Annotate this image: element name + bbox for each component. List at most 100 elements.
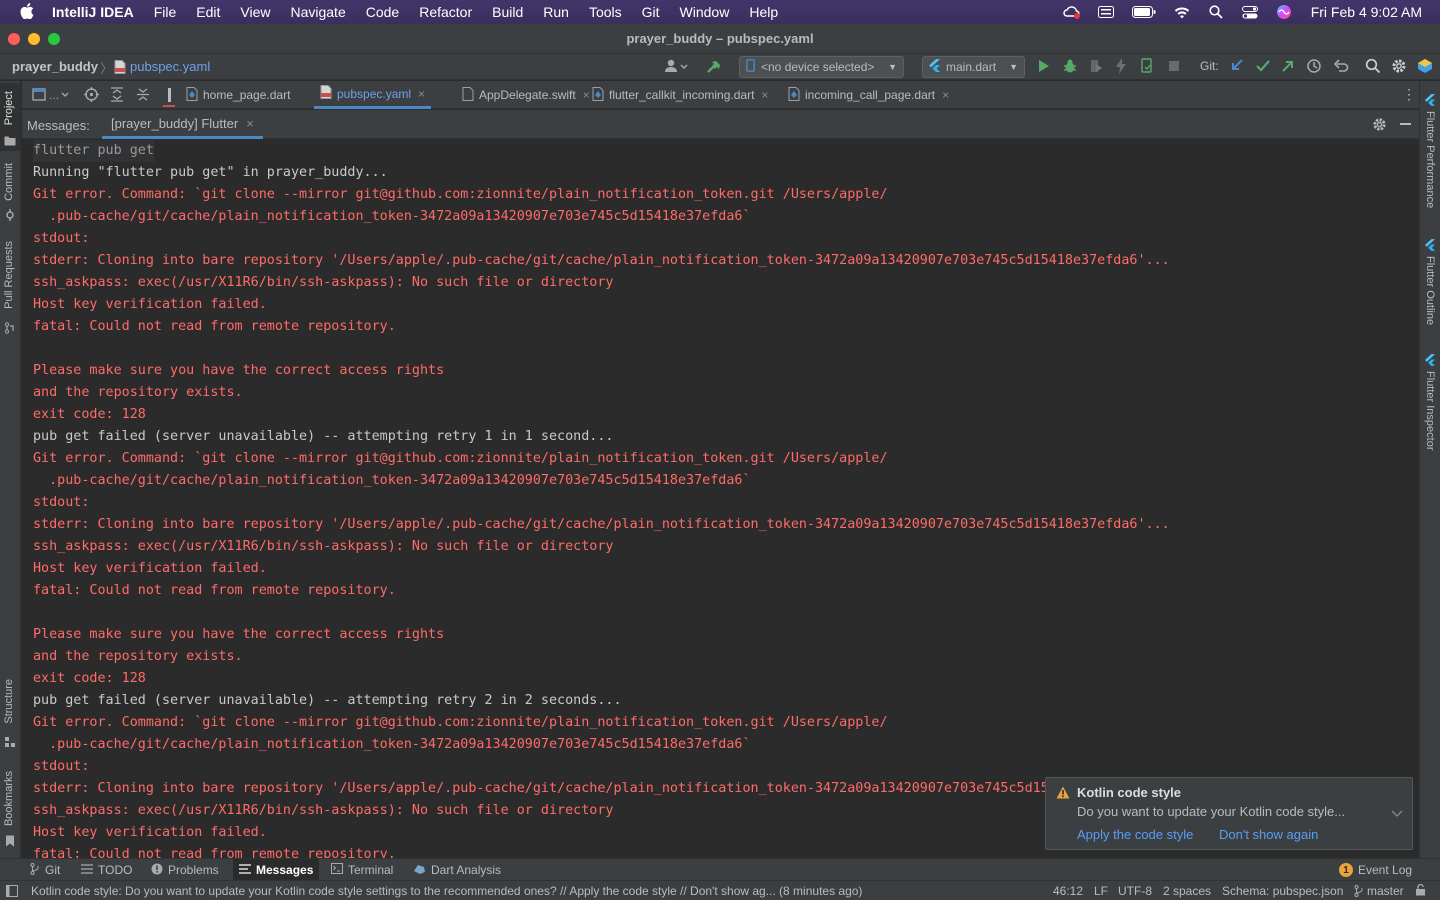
jetbrains-toolbox-icon[interactable] xyxy=(1417,58,1433,77)
messages-settings-gear-icon[interactable] xyxy=(1372,117,1387,135)
tab-appdelegate-swift[interactable]: AppDelegate.swift × xyxy=(456,81,596,109)
flutter-inspector-tool-button[interactable]: Flutter Inspector xyxy=(1420,351,1440,461)
terminal-tool-tab[interactable]: Terminal xyxy=(325,859,399,881)
structure-tool-button[interactable]: Structure xyxy=(0,679,21,749)
battery-icon[interactable] xyxy=(1131,5,1157,19)
dart-file-icon xyxy=(186,86,198,104)
run-icon[interactable] xyxy=(1038,59,1050,76)
menubar-datetime[interactable]: Fri Feb 4 9:02 AM xyxy=(1301,4,1440,20)
git-push-icon[interactable] xyxy=(1281,58,1295,77)
console-error-line: Git error. Command: `git clone --mirror … xyxy=(33,187,888,202)
tab-incoming-call-page-dart[interactable]: incoming_call_page.dart × xyxy=(782,81,955,109)
navigation-toolbar: prayer_buddy 〉 pubspec.yaml <no device s… xyxy=(0,54,1440,80)
close-tab-icon[interactable]: × xyxy=(761,88,768,102)
menu-navigate[interactable]: Navigate xyxy=(280,4,355,20)
git-branch-widget[interactable]: master xyxy=(1354,884,1404,898)
history-icon[interactable] xyxy=(1306,58,1322,77)
json-schema[interactable]: Schema: pubspec.json xyxy=(1222,884,1343,898)
bookmarks-tool-button[interactable]: Bookmarks xyxy=(0,771,21,851)
flutter-performance-tool-button[interactable]: Flutter Performance xyxy=(1420,91,1440,221)
close-tab-icon[interactable]: × xyxy=(942,88,949,102)
dont-show-again-link[interactable]: Don't show again xyxy=(1219,827,1318,842)
dart-analysis-icon xyxy=(413,863,426,878)
apply-code-style-link[interactable]: Apply the code style xyxy=(1077,827,1193,842)
git-commit-icon[interactable] xyxy=(1256,58,1270,77)
problems-tool-tab[interactable]: Problems xyxy=(145,859,225,881)
run-with-coverage-icon[interactable] xyxy=(1088,58,1104,77)
expand-chevron-icon[interactable] xyxy=(1391,805,1403,823)
menu-git[interactable]: Git xyxy=(632,4,670,20)
wifi-icon[interactable] xyxy=(1173,5,1191,19)
app-menu[interactable]: IntelliJ IDEA xyxy=(44,4,144,20)
console-error-line: fatal: Could not read from remote reposi… xyxy=(33,583,396,598)
line-separator[interactable]: LF xyxy=(1094,884,1108,898)
stop-icon[interactable] xyxy=(1168,60,1180,75)
menu-build[interactable]: Build xyxy=(482,4,533,20)
status-message[interactable]: Kotlin code style: Do you want to update… xyxy=(31,884,862,898)
user-account-icon[interactable] xyxy=(664,58,690,77)
breadcrumb-project[interactable]: prayer_buddy xyxy=(12,59,98,74)
toggle-tool-windows-icon[interactable] xyxy=(6,885,18,900)
run-config-label: main.dart xyxy=(946,60,997,74)
more-tabs-icon[interactable]: ⋮ xyxy=(1402,86,1416,103)
control-center-icon[interactable] xyxy=(1241,5,1259,19)
breadcrumb-file[interactable]: pubspec.yaml xyxy=(130,59,210,74)
flutter-outline-label: Flutter Outline xyxy=(1424,256,1436,326)
tab-pubspec-yaml[interactable]: pubspec.yaml × xyxy=(314,81,432,109)
pull-requests-tool-button[interactable]: Pull Requests xyxy=(0,241,21,336)
apple-icon[interactable] xyxy=(0,2,44,22)
messages-console-output[interactable]: flutter pub get Running "flutter pub get"… xyxy=(22,140,1419,858)
chevron-down-icon: ▼ xyxy=(1009,62,1018,72)
device-selector-dropdown[interactable]: <no device selected> ▼ xyxy=(739,56,904,78)
messages-tool-tab[interactable]: Messages xyxy=(233,859,320,881)
messages-tab-flutter[interactable]: [prayer_buddy] Flutter × xyxy=(102,110,263,139)
locate-file-icon[interactable] xyxy=(84,87,99,107)
attach-debugger-icon[interactable] xyxy=(1140,58,1154,77)
menu-edit[interactable]: Edit xyxy=(186,4,230,20)
tab-flutter-callkit-incoming-dart[interactable]: flutter_callkit_incoming.dart × xyxy=(586,81,774,109)
project-view-selector[interactable]: … xyxy=(32,88,72,107)
event-log-tool-tab[interactable]: 1 Event Log xyxy=(1333,859,1418,881)
menu-view[interactable]: View xyxy=(230,4,280,20)
settings-gear-icon[interactable] xyxy=(1391,58,1407,77)
hide-panel-icon[interactable] xyxy=(1400,123,1411,125)
file-encoding[interactable]: UTF-8 xyxy=(1118,884,1152,898)
commit-tool-button[interactable]: Commit xyxy=(0,163,21,223)
flutter-outline-tool-button[interactable]: Flutter Outline xyxy=(1420,236,1440,336)
menu-help[interactable]: Help xyxy=(739,4,788,20)
menu-file[interactable]: File xyxy=(144,4,187,20)
project-tool-button[interactable]: Project xyxy=(0,83,21,151)
close-tab-icon[interactable]: × xyxy=(246,116,254,131)
menu-refactor[interactable]: Refactor xyxy=(409,4,482,20)
folder-icon xyxy=(4,133,16,151)
keyboard-icon[interactable] xyxy=(1097,5,1115,19)
collapse-all-icon[interactable] xyxy=(136,87,150,107)
menu-run[interactable]: Run xyxy=(533,4,579,20)
menu-window[interactable]: Window xyxy=(670,4,740,20)
rollback-icon[interactable] xyxy=(1333,58,1349,77)
left-tool-stripe: Project Commit Pull Requests Structure B… xyxy=(0,81,21,878)
read-only-lock-icon[interactable] xyxy=(1415,883,1426,899)
menu-tools[interactable]: Tools xyxy=(579,4,632,20)
git-update-icon[interactable] xyxy=(1230,58,1244,77)
menu-code[interactable]: Code xyxy=(356,4,409,20)
creative-cloud-icon[interactable] xyxy=(1063,5,1081,19)
build-hammer-icon[interactable] xyxy=(706,59,722,78)
tab-home-page-dart[interactable]: home_page.dart xyxy=(180,81,296,109)
todo-tool-tab[interactable]: TODO xyxy=(75,859,138,881)
flutter-inspector-label: Flutter Inspector xyxy=(1424,371,1436,451)
search-everywhere-icon[interactable] xyxy=(1365,58,1381,77)
run-config-dropdown[interactable]: main.dart ▼ xyxy=(922,56,1025,78)
siri-icon[interactable] xyxy=(1275,5,1293,19)
caret-position[interactable]: 46:12 xyxy=(1053,884,1083,898)
spotlight-search-icon[interactable] xyxy=(1207,5,1225,19)
debug-icon[interactable] xyxy=(1062,58,1078,77)
dart-analysis-tool-tab[interactable]: Dart Analysis xyxy=(407,859,507,881)
hot-reload-icon[interactable] xyxy=(1115,58,1127,77)
console-error-line: .pub-cache/git/cache/plain_notification_… xyxy=(33,473,751,488)
problems-tool-label: Problems xyxy=(168,863,219,877)
indent-setting[interactable]: 2 spaces xyxy=(1163,884,1211,898)
git-tool-tab[interactable]: Git xyxy=(24,859,66,881)
expand-all-icon[interactable] xyxy=(110,87,124,107)
close-tab-icon[interactable]: × xyxy=(418,87,425,101)
